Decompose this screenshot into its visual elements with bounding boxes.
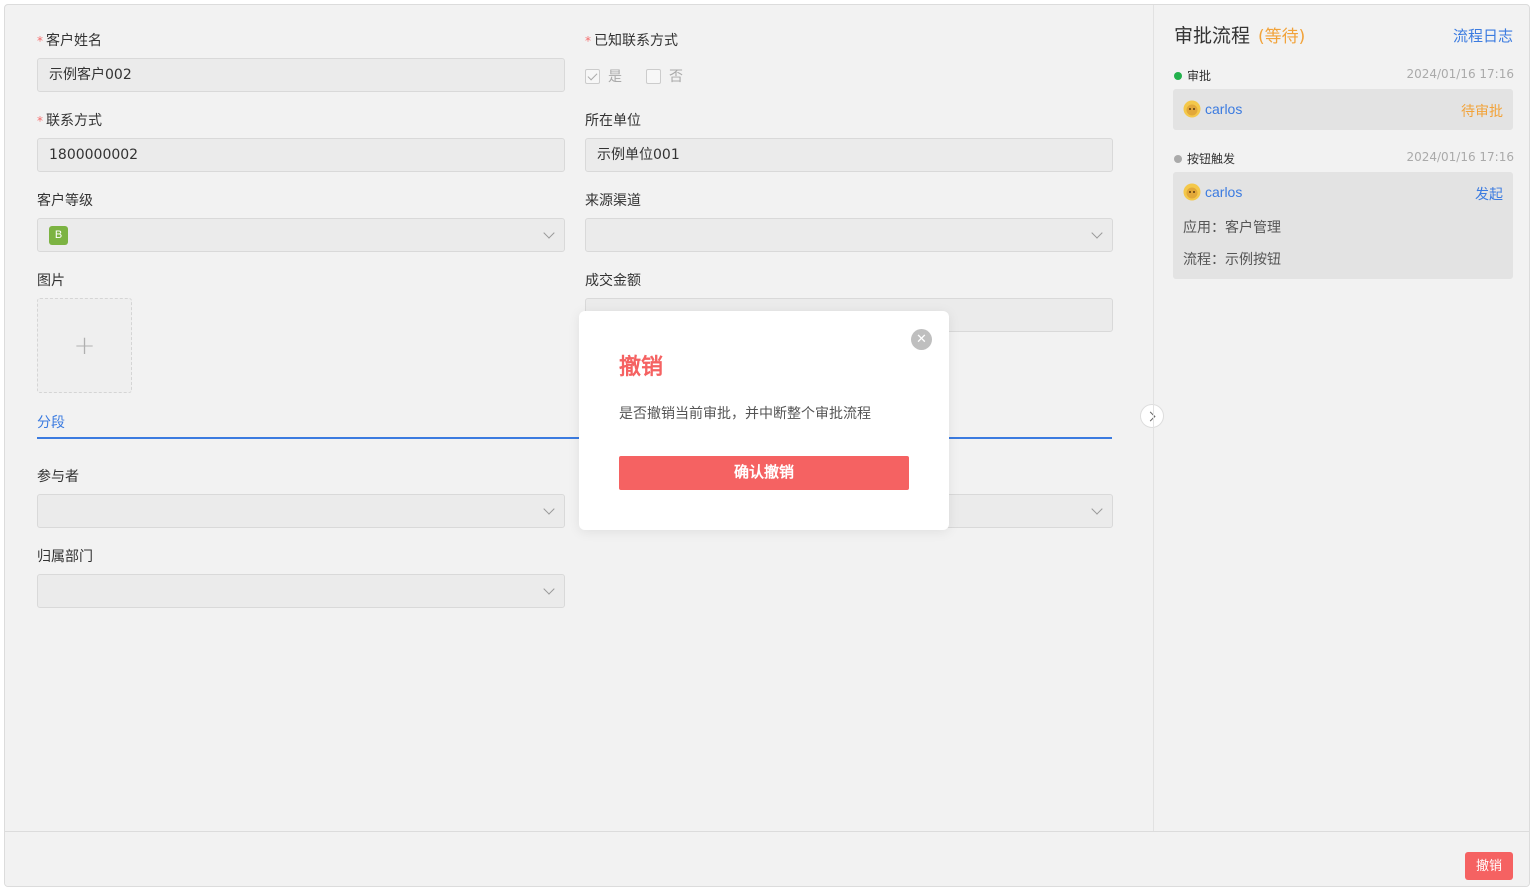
contact-label: * 联系方式 (37, 113, 102, 129)
step-app-detail: 应用：客户管理 (1183, 220, 1281, 236)
plus-icon: + (73, 330, 96, 361)
company-input[interactable]: 示例单位001 (585, 138, 1113, 172)
footer-bar: 撤销 (5, 831, 1529, 886)
status-dot (1174, 72, 1182, 80)
deal-amount-label: 成交金额 (585, 273, 641, 289)
customer-name-input[interactable]: 示例客户002 (37, 58, 565, 92)
chevron-down-icon (543, 583, 555, 595)
step-process-detail: 流程：示例按钮 (1183, 252, 1281, 268)
step-time: 2024/01/16 17:16 (1406, 67, 1514, 81)
step-header: 按钮触发 2024/01/16 17:16 (1174, 150, 1514, 166)
step-card: carlos 待审批 (1173, 89, 1513, 130)
section-divider (37, 437, 1112, 439)
customer-level-select[interactable]: B (37, 218, 565, 252)
known-contact-no[interactable]: 否 (646, 67, 683, 85)
avatar-icon (1183, 183, 1201, 201)
company-label: 所在单位 (585, 113, 641, 129)
confirm-revoke-button[interactable]: 确认撤销 (619, 456, 909, 490)
customer-name-label: * 客户姓名 (37, 33, 102, 49)
participants-select[interactable] (37, 494, 565, 528)
section-tab[interactable]: 分段 (37, 413, 65, 433)
close-icon[interactable]: ✕ (911, 329, 932, 350)
department-label: 归属部门 (37, 549, 93, 565)
revoke-dialog: ✕ 撤销 是否撤销当前审批，并中断整个审批流程 确认撤销 (579, 311, 949, 530)
known-contact-label: * 已知联系方式 (585, 33, 678, 49)
chevron-down-icon (1091, 227, 1103, 239)
avatar-icon (1183, 100, 1201, 118)
check-icon[interactable] (585, 68, 600, 84)
step-status: 发起 (1475, 187, 1503, 203)
source-channel-select[interactable] (585, 218, 1113, 252)
customer-level-label: 客户等级 (37, 193, 93, 209)
source-channel-label: 来源渠道 (585, 193, 641, 209)
step-time: 2024/01/16 17:16 (1406, 150, 1514, 164)
chevron-down-icon (543, 503, 555, 515)
chevron-down-icon (543, 227, 555, 239)
level-badge: B (49, 226, 68, 245)
revoke-button[interactable]: 撤销 (1465, 852, 1513, 880)
contact-input[interactable]: 1800000002 (37, 138, 565, 172)
chevron-down-icon (1091, 503, 1103, 515)
department-select[interactable] (37, 574, 565, 608)
user-link[interactable]: carlos (1183, 100, 1242, 118)
status-dot (1174, 155, 1182, 163)
required-mark: * (37, 34, 43, 48)
dialog-title: 撤销 (619, 355, 664, 380)
checkbox[interactable] (646, 68, 661, 84)
step-card: carlos 发起 应用：客户管理 流程：示例按钮 (1173, 172, 1513, 279)
dialog-message: 是否撤销当前审批，并中断整个审批流程 (619, 406, 871, 422)
user-link[interactable]: carlos (1183, 183, 1242, 201)
step-status: 待审批 (1461, 104, 1503, 120)
step-header: 审批 2024/01/16 17:16 (1174, 67, 1514, 83)
process-log-link[interactable]: 流程日志 (1453, 25, 1513, 47)
approval-panel: 审批流程 (等待) 流程日志 审批 2024/01/16 17:16 carlos… (1153, 5, 1529, 831)
required-mark: * (585, 34, 591, 48)
panel-title: 审批流程 (等待) (1174, 25, 1306, 47)
image-label: 图片 (37, 273, 65, 289)
known-contact-yes[interactable]: 是 (585, 67, 622, 85)
participants-label: 参与者 (37, 469, 79, 485)
required-mark: * (37, 114, 43, 128)
panel-status: (等待) (1258, 27, 1306, 47)
image-upload[interactable]: + (37, 298, 132, 393)
